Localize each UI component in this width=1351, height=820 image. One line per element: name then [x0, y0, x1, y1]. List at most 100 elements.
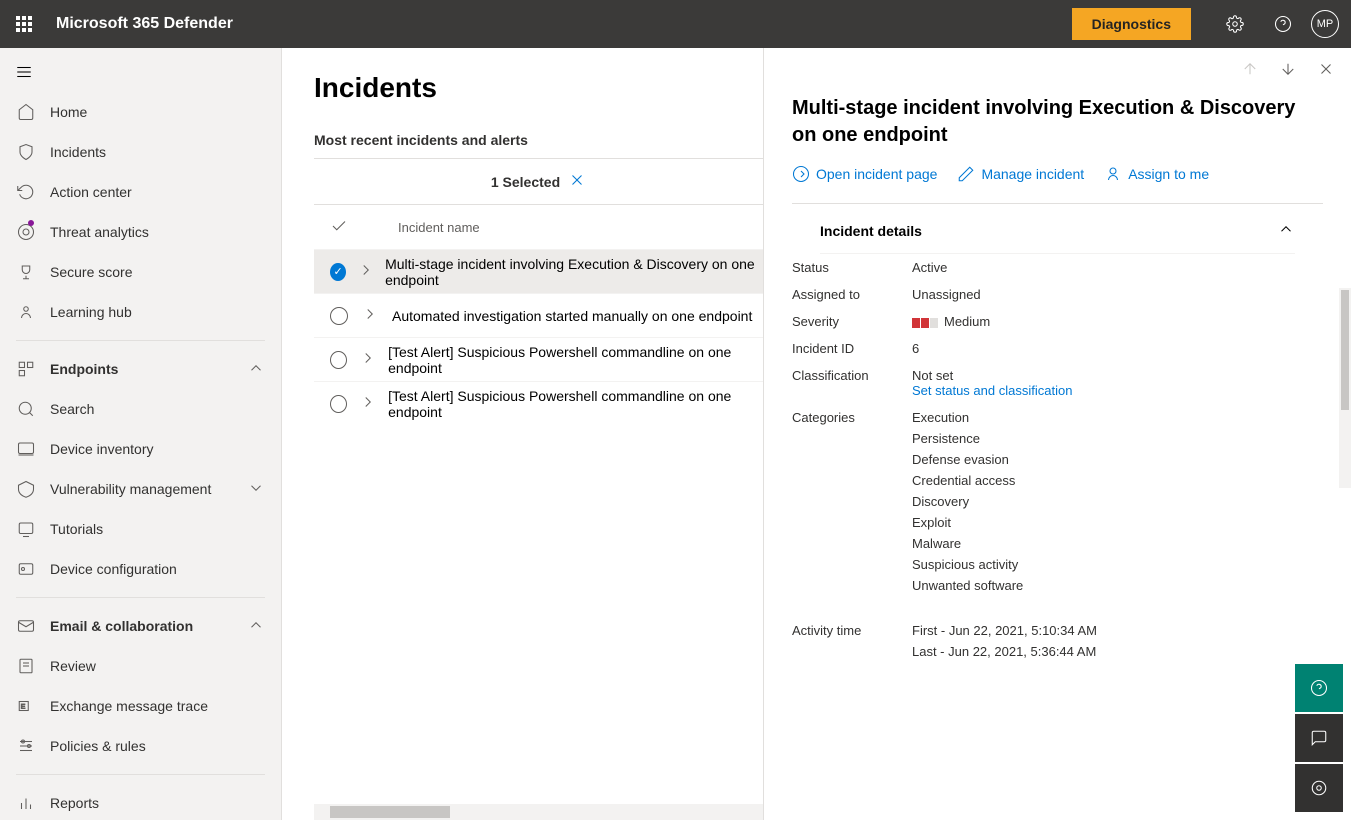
column-incident-name[interactable]: Incident name — [398, 220, 480, 235]
nav-reports[interactable]: Reports — [0, 783, 281, 820]
navigation-sidebar: Home Incidents Action center Threat anal… — [0, 48, 282, 820]
chevron-down-icon — [247, 479, 265, 500]
page-title: Incidents — [314, 72, 763, 104]
incident-name: Multi-stage incident involving Execution… — [385, 256, 763, 288]
category-item: Discovery — [912, 494, 1323, 509]
top-header: Microsoft 365 Defender Diagnostics MP — [0, 0, 1351, 48]
set-classification-link[interactable]: Set status and classification — [912, 383, 1323, 398]
label-status: Status — [792, 260, 912, 275]
user-avatar[interactable]: MP — [1311, 10, 1339, 38]
row-checkbox[interactable] — [330, 351, 347, 369]
config-icon — [16, 559, 36, 579]
svg-text:E: E — [21, 703, 26, 710]
mail-icon — [16, 616, 36, 636]
details-panel: Multi-stage incident involving Execution… — [763, 48, 1351, 820]
device-icon — [16, 439, 36, 459]
nav-exchange-trace[interactable]: EExchange message trace — [0, 686, 281, 726]
label-severity: Severity — [792, 314, 912, 329]
label-classification: Classification — [792, 368, 912, 398]
review-icon — [16, 656, 36, 676]
category-item: Execution — [912, 410, 1323, 425]
open-incident-page-link[interactable]: Open incident page — [792, 165, 937, 183]
app-launcher-icon[interactable] — [0, 0, 48, 48]
settings-icon[interactable] — [1211, 0, 1259, 48]
chevron-right-icon[interactable] — [346, 261, 385, 282]
nav-device-configuration[interactable]: Device configuration — [0, 549, 281, 589]
nav-incidents[interactable]: Incidents — [0, 132, 281, 172]
nav-device-inventory[interactable]: Device inventory — [0, 429, 281, 469]
value-severity: Medium — [912, 314, 1323, 329]
row-checkbox[interactable] — [330, 307, 348, 325]
diagnostics-button[interactable]: Diagnostics — [1072, 8, 1191, 40]
trophy-icon — [16, 262, 36, 282]
help-float-button[interactable] — [1295, 664, 1343, 712]
tab-recent-incidents[interactable]: Most recent incidents and alerts — [314, 132, 763, 159]
incident-row[interactable]: Automated investigation started manually… — [314, 293, 763, 337]
category-item: Credential access — [912, 473, 1323, 488]
value-classification: Not set — [912, 368, 1323, 383]
next-incident-icon[interactable] — [1279, 60, 1297, 83]
category-item: Exploit — [912, 515, 1323, 530]
nav-threat-analytics[interactable]: Threat analytics — [0, 212, 281, 252]
clear-selection-icon[interactable] — [568, 171, 586, 192]
nav-endpoints[interactable]: Endpoints — [0, 349, 281, 389]
panel-scrollbar[interactable] — [1339, 288, 1351, 488]
nav-home[interactable]: Home — [0, 92, 281, 132]
info-float-button[interactable] — [1295, 764, 1343, 812]
nav-policies-rules[interactable]: Policies & rules — [0, 726, 281, 766]
help-icon[interactable] — [1259, 0, 1307, 48]
category-item: Defense evasion — [912, 452, 1323, 467]
category-item: Malware — [912, 536, 1323, 551]
select-all-checkbox[interactable] — [330, 217, 374, 238]
label-categories: Categories — [792, 410, 912, 599]
main-content: Incidents Most recent incidents and aler… — [282, 48, 763, 820]
category-item: Unwanted software — [912, 578, 1323, 593]
feedback-float-button[interactable] — [1295, 714, 1343, 762]
incident-row[interactable]: [Test Alert] Suspicious Powershell comma… — [314, 381, 763, 425]
nav-vulnerability-management[interactable]: Vulnerability management — [0, 469, 281, 509]
learning-icon — [16, 302, 36, 322]
label-incident-id: Incident ID — [792, 341, 912, 356]
label-activity-time: Activity time — [792, 623, 912, 659]
table-header: Incident name — [314, 205, 763, 249]
app-title: Microsoft 365 Defender — [56, 15, 233, 33]
value-first-activity: First - Jun 22, 2021, 5:10:34 AM — [912, 623, 1323, 638]
nav-email-collaboration[interactable]: Email & collaboration — [0, 606, 281, 646]
value-status: Active — [912, 260, 1323, 275]
incident-row[interactable]: ✓ Multi-stage incident involving Executio… — [314, 249, 763, 293]
tutorials-icon — [16, 519, 36, 539]
value-incident-id: 6 — [912, 341, 1323, 356]
nav-review[interactable]: Review — [0, 646, 281, 686]
chevron-up-icon — [247, 359, 265, 380]
manage-incident-link[interactable]: Manage incident — [957, 165, 1084, 183]
row-checkbox[interactable]: ✓ — [330, 263, 346, 281]
value-assigned-to: Unassigned — [912, 287, 1323, 302]
nav-secure-score[interactable]: Secure score — [0, 252, 281, 292]
incident-row[interactable]: [Test Alert] Suspicious Powershell comma… — [314, 337, 763, 381]
chevron-right-icon[interactable] — [347, 393, 388, 414]
chevron-up-icon — [247, 616, 265, 637]
horizontal-scrollbar[interactable] — [314, 804, 763, 820]
assign-to-me-link[interactable]: Assign to me — [1104, 165, 1209, 183]
nav-search[interactable]: Search — [0, 389, 281, 429]
hamburger-icon[interactable] — [0, 52, 48, 92]
search-icon — [16, 399, 36, 419]
history-icon — [16, 182, 36, 202]
chevron-up-icon — [1277, 220, 1295, 241]
nav-learning-hub[interactable]: Learning hub — [0, 292, 281, 332]
nav-action-center[interactable]: Action center — [0, 172, 281, 212]
value-last-activity: Last - Jun 22, 2021, 5:36:44 AM — [912, 644, 1323, 659]
nav-tutorials[interactable]: Tutorials — [0, 509, 281, 549]
prev-incident-icon — [1241, 60, 1259, 83]
close-panel-icon[interactable] — [1317, 60, 1335, 83]
exchange-icon: E — [16, 696, 36, 716]
category-item: Persistence — [912, 431, 1323, 446]
shield-icon — [16, 142, 36, 162]
incident-details-section[interactable]: Incident details — [820, 204, 1295, 254]
row-checkbox[interactable] — [330, 395, 347, 413]
category-item: Suspicious activity — [912, 557, 1323, 572]
chevron-right-icon[interactable] — [348, 305, 392, 326]
chevron-right-icon[interactable] — [347, 349, 388, 370]
home-icon — [16, 102, 36, 122]
reports-icon — [16, 793, 36, 813]
